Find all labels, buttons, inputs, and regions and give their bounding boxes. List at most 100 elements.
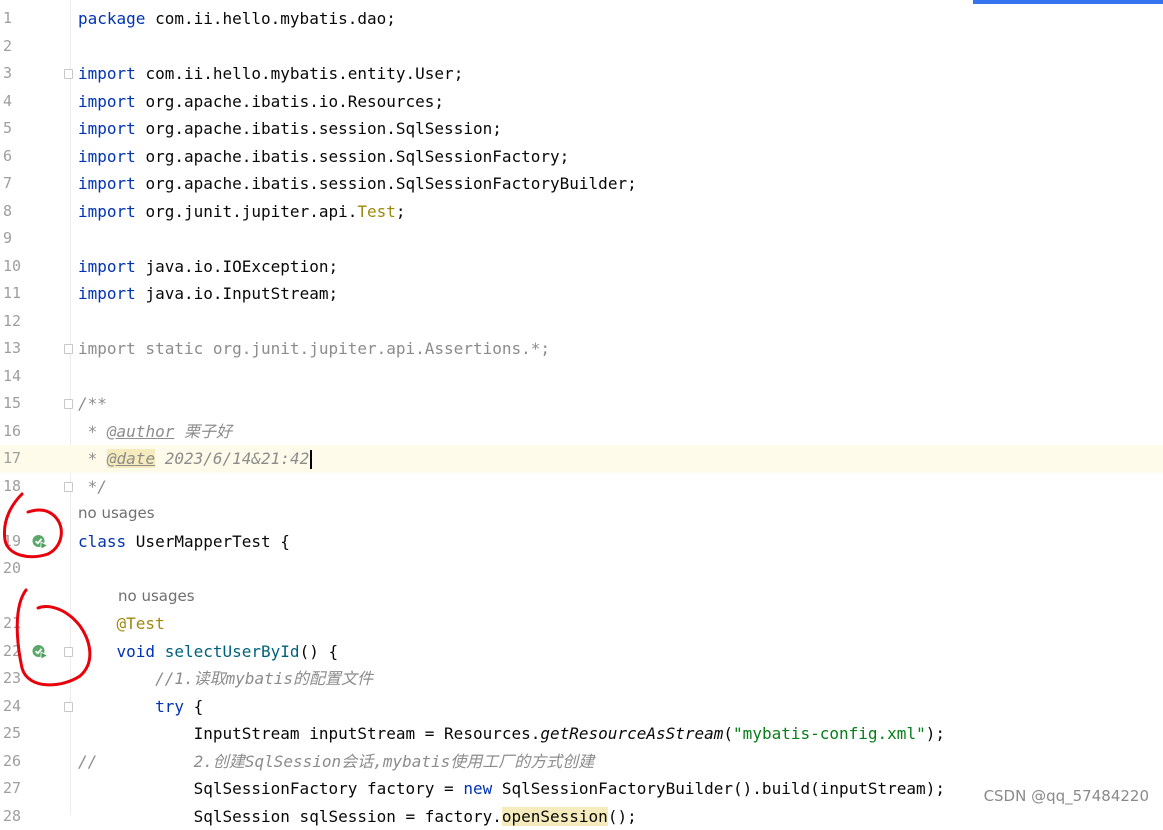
code-token: SqlSessionFactory factory = (78, 779, 463, 798)
code-text: import org.apache.ibatis.session.SqlSess… (78, 143, 569, 171)
code-line[interactable]: 10import java.io.IOException; (0, 253, 1163, 281)
line-number: 17 (3, 445, 43, 473)
text-caret (310, 450, 312, 469)
code-token: 2023/6/14&21:42 (155, 449, 309, 468)
code-line[interactable]: 13import static org.junit.jupiter.api.As… (0, 335, 1163, 363)
run-test-icon[interactable] (31, 643, 49, 661)
code-token: ( (723, 724, 733, 743)
code-editor[interactable]: 1package com.ii.hello.mybatis.dao;23impo… (0, 5, 1163, 830)
fold-marker-icon[interactable] (64, 399, 73, 409)
line-number: 14 (3, 363, 43, 391)
code-line[interactable]: 5 import org.apache.ibatis.session.SqlSes… (0, 115, 1163, 143)
code-token: (); (608, 807, 637, 826)
code-token: /** (78, 394, 107, 413)
code-token: import (78, 147, 145, 166)
code-text: //1.读取mybatis的配置文件 (78, 665, 373, 693)
code-token: new (463, 779, 502, 798)
code-token: //1.读取mybatis的配置文件 (155, 669, 373, 688)
code-token: SqlSessionFactoryBuilder().build(inputSt… (502, 779, 945, 798)
code-text: import com.ii.hello.mybatis.entity.User; (78, 60, 463, 88)
line-number: 7 (3, 170, 43, 198)
code-token: { (194, 697, 204, 716)
code-line[interactable]: 16 * @author 栗子好 (0, 418, 1163, 446)
fold-marker-icon[interactable] (64, 482, 73, 492)
line-number: 27 (3, 775, 43, 803)
inlay-hint-row: no usages (0, 500, 1163, 528)
code-line[interactable]: 25 InputStream inputStream = Resources.g… (0, 720, 1163, 748)
code-token: org.apache.ibatis.session.SqlSessionFact… (145, 147, 569, 166)
code-line[interactable]: 28 SqlSession sqlSession = factory.openS… (0, 803, 1163, 830)
code-line[interactable]: 6 import org.apache.ibatis.session.SqlSes… (0, 143, 1163, 171)
line-number: 21 (3, 610, 43, 638)
usages-hint[interactable]: no usages (118, 583, 195, 611)
line-number: 6 (3, 143, 43, 171)
code-token: import (78, 202, 145, 221)
code-token: import (78, 284, 145, 303)
fold-marker-icon[interactable] (64, 647, 73, 657)
code-token: UserMapperTest { (136, 532, 290, 551)
code-line[interactable]: 23 //1.读取mybatis的配置文件 (0, 665, 1163, 693)
code-token: selectUserById (165, 642, 300, 661)
code-text: try { (78, 693, 203, 721)
code-line[interactable]: 3import com.ii.hello.mybatis.entity.User… (0, 60, 1163, 88)
run-test-icon[interactable] (31, 533, 49, 551)
code-token: getResourceAsStream (540, 724, 723, 743)
code-token: import (78, 119, 145, 138)
code-token: * (78, 422, 107, 441)
fold-marker-icon[interactable] (64, 344, 73, 354)
code-line[interactable]: 15/** (0, 390, 1163, 418)
code-line[interactable]: 8import org.junit.jupiter.api.Test; (0, 198, 1163, 226)
code-line[interactable]: 1package com.ii.hello.mybatis.dao; (0, 5, 1163, 33)
code-text: * @date 2023/6/14&21:42 (78, 445, 312, 473)
code-text: @Test (78, 610, 165, 638)
code-line[interactable]: 18 */ (0, 473, 1163, 501)
code-token: package (78, 9, 155, 28)
code-line[interactable]: 14 (0, 363, 1163, 391)
code-token: ; (396, 202, 406, 221)
code-line[interactable]: 7 import org.apache.ibatis.session.SqlSes… (0, 170, 1163, 198)
fold-marker-icon[interactable] (64, 69, 73, 79)
code-token: @date (107, 449, 155, 468)
code-token (78, 642, 117, 661)
code-token (78, 614, 117, 633)
code-line[interactable]: 20 (0, 555, 1163, 583)
code-line[interactable]: 4import org.apache.ibatis.io.Resources; (0, 88, 1163, 116)
code-text: * @author 栗子好 (78, 418, 232, 446)
inlay-hint-row: no usages (0, 583, 1163, 611)
code-token: @author (107, 422, 174, 441)
code-token: Test (357, 202, 396, 221)
line-number: 16 (3, 418, 43, 446)
code-text: import org.apache.ibatis.session.SqlSess… (78, 115, 502, 143)
code-text: SqlSessionFactory factory = new SqlSessi… (78, 775, 945, 803)
code-line[interactable]: 17 * @date 2023/6/14&21:42 (0, 445, 1163, 473)
usages-hint[interactable]: no usages (78, 500, 155, 528)
line-number: 10 (3, 253, 43, 281)
code-line[interactable]: 21 @Test (0, 610, 1163, 638)
code-text: SqlSession sqlSession = factory.openSess… (78, 803, 637, 830)
code-token: org.apache.ibatis.session.SqlSessionFact… (145, 174, 636, 193)
code-token: */ (78, 477, 107, 496)
line-number: 20 (3, 555, 43, 583)
code-line[interactable]: 26// 2.创建SqlSession会话,mybatis使用工厂的方式创建 (0, 748, 1163, 776)
code-line[interactable]: 11import java.io.InputStream; (0, 280, 1163, 308)
code-line[interactable]: 12 (0, 308, 1163, 336)
line-number: 23 (3, 665, 43, 693)
code-token: org.apache.ibatis.io.Resources; (145, 92, 444, 111)
code-text: import java.io.InputStream; (78, 280, 338, 308)
code-token: import (78, 174, 145, 193)
code-line[interactable]: 22 void selectUserById() { (0, 638, 1163, 666)
code-line[interactable]: 19class UserMapperTest { (0, 528, 1163, 556)
code-line[interactable]: 2 (0, 33, 1163, 61)
line-number: 13 (3, 335, 43, 363)
code-token: com.ii.hello.mybatis.entity.User; (145, 64, 463, 83)
code-line[interactable]: 24 try { (0, 693, 1163, 721)
code-text: package com.ii.hello.mybatis.dao; (78, 5, 396, 33)
fold-marker-icon[interactable] (64, 702, 73, 712)
code-token: com.ii.hello.mybatis.dao; (155, 9, 396, 28)
code-token: openSession (502, 807, 608, 826)
code-text: import org.junit.jupiter.api.Test; (78, 198, 406, 226)
line-number: 5 (3, 115, 43, 143)
code-token: import (78, 64, 145, 83)
code-line[interactable]: 9 (0, 225, 1163, 253)
code-text: // 2.创建SqlSession会话,mybatis使用工厂的方式创建 (78, 748, 594, 776)
